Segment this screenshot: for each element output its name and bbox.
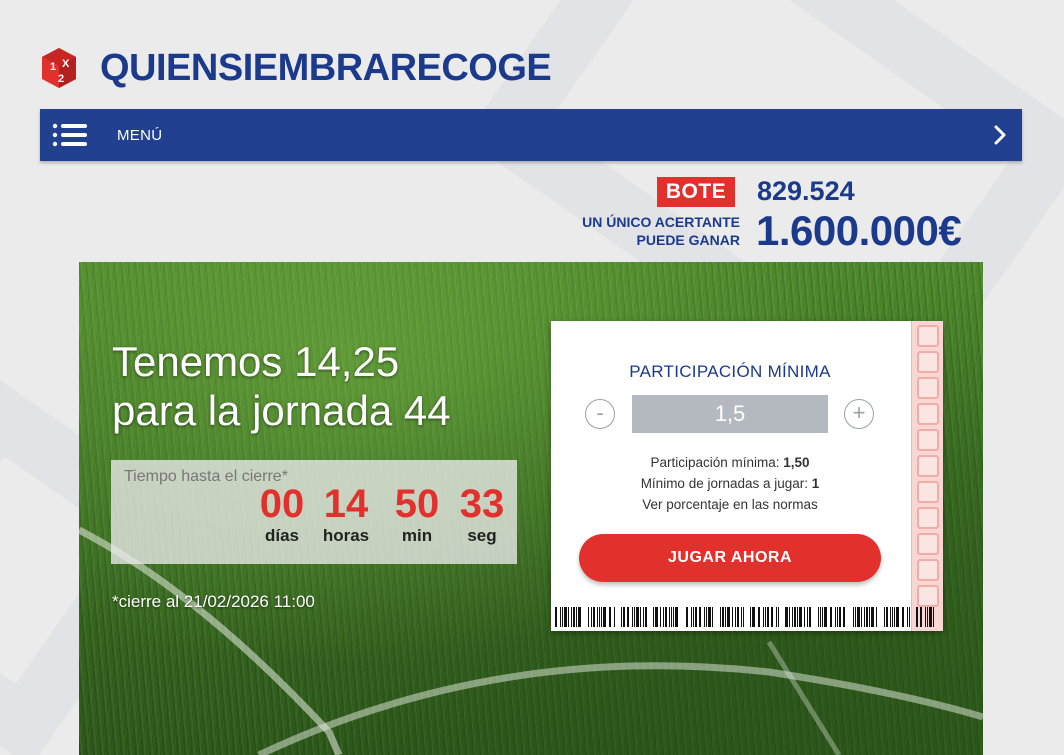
min-rounds-line: Mínimo de jornadas a jugar: 1 — [551, 473, 909, 494]
countdown-minutes: 50 min — [386, 480, 448, 546]
min-participation-value: 1,50 — [783, 455, 810, 470]
countdown-unit-label: días — [264, 526, 300, 545]
ticket-cell-icon — [917, 585, 939, 607]
countdown-days: 00 días — [251, 480, 313, 546]
brand-name[interactable]: QUIENSIEMBRARECOGE — [100, 47, 552, 90]
rules-link[interactable]: Ver porcentaje en las normas — [551, 494, 909, 515]
logo-mark-1: 1 — [50, 61, 56, 73]
ticket-cell-icon — [917, 481, 939, 503]
min-participation-line: Participación mínima: 1,50 — [551, 452, 909, 473]
single-winner-line-2: PUEDE GANAR — [636, 232, 740, 248]
hamburger-icon[interactable] — [52, 123, 88, 147]
single-winner-line-1: UN ÚNICO ACERTANTE — [582, 214, 740, 230]
ticket-cell-icon — [917, 351, 939, 373]
prize-amount: 1.600.000€ — [756, 207, 962, 254]
increase-button[interactable]: + — [844, 399, 874, 429]
hero-headline: Tenemos 14,25 para la jornada 44 — [112, 337, 451, 435]
site-header: 1 X 2 QUIENSIEMBRARECOGE — [40, 44, 552, 92]
ticket-cell-icon — [917, 429, 939, 451]
countdown-hours: 14 horas — [315, 480, 377, 546]
decrease-button[interactable]: - — [585, 399, 615, 429]
closing-note: *cierre al 21/02/2026 11:00 — [112, 592, 315, 611]
ticket-cell-icon — [917, 377, 939, 399]
ticket-cell-icon — [917, 559, 939, 581]
countdown-value: 33 — [459, 482, 505, 526]
countdown-unit-label: horas — [322, 526, 370, 545]
countdown-value: 00 — [259, 482, 305, 526]
participation-input[interactable] — [632, 395, 828, 433]
countdown-seconds: 33 seg — [451, 480, 513, 546]
ticket-cell-icon — [917, 455, 939, 477]
hero-banner: Tenemos 14,25 para la jornada 44 Tiempo … — [79, 262, 983, 755]
min-rounds-label: Mínimo de jornadas a jugar: — [640, 476, 812, 491]
jackpot-amount: 829.524 — [757, 176, 855, 206]
min-rounds-value: 1 — [811, 476, 820, 491]
countdown-unit-label: seg — [467, 526, 497, 545]
ticket-side-strip — [911, 321, 943, 631]
play-now-button[interactable]: JUGAR AHORA — [579, 534, 881, 582]
countdown-value: 50 — [394, 482, 440, 526]
headline-line-2: para la jornada 44 — [112, 387, 451, 434]
logo-mark-x: X — [62, 58, 70, 70]
ticket-title: PARTICIPACIÓN MÍNIMA — [629, 362, 831, 381]
ticket-cell-icon — [917, 403, 939, 425]
ticket-cell-icon — [917, 325, 939, 347]
menu-label[interactable]: MENÚ — [117, 127, 162, 144]
min-participation-label: Participación mínima: — [650, 455, 784, 470]
menu-bar[interactable]: MENÚ — [40, 109, 1022, 161]
logo-mark-2: 2 — [58, 73, 64, 85]
participation-ticket: PARTICIPACIÓN MÍNIMA - + Participación m… — [551, 321, 943, 631]
ticket-cell-icon — [917, 533, 939, 555]
single-winner-text: UN ÚNICO ACERTANTE PUEDE GANAR — [555, 213, 740, 249]
ticket-info: Participación mínima: 1,50 Mínimo de jor… — [551, 452, 909, 515]
countdown-unit-label: min — [401, 526, 433, 545]
brand-logo-icon[interactable]: 1 X 2 — [40, 47, 78, 89]
chevron-right-icon[interactable] — [990, 123, 1010, 147]
barcode-icon — [555, 607, 934, 627]
headline-line-1: Tenemos 14,25 — [112, 338, 400, 385]
countdown-panel: Tiempo hasta el cierre* 00 días 14 horas… — [111, 460, 517, 564]
jackpot-tag: BOTE — [657, 177, 735, 207]
countdown-value: 14 — [323, 482, 369, 526]
ticket-cell-icon — [917, 507, 939, 529]
